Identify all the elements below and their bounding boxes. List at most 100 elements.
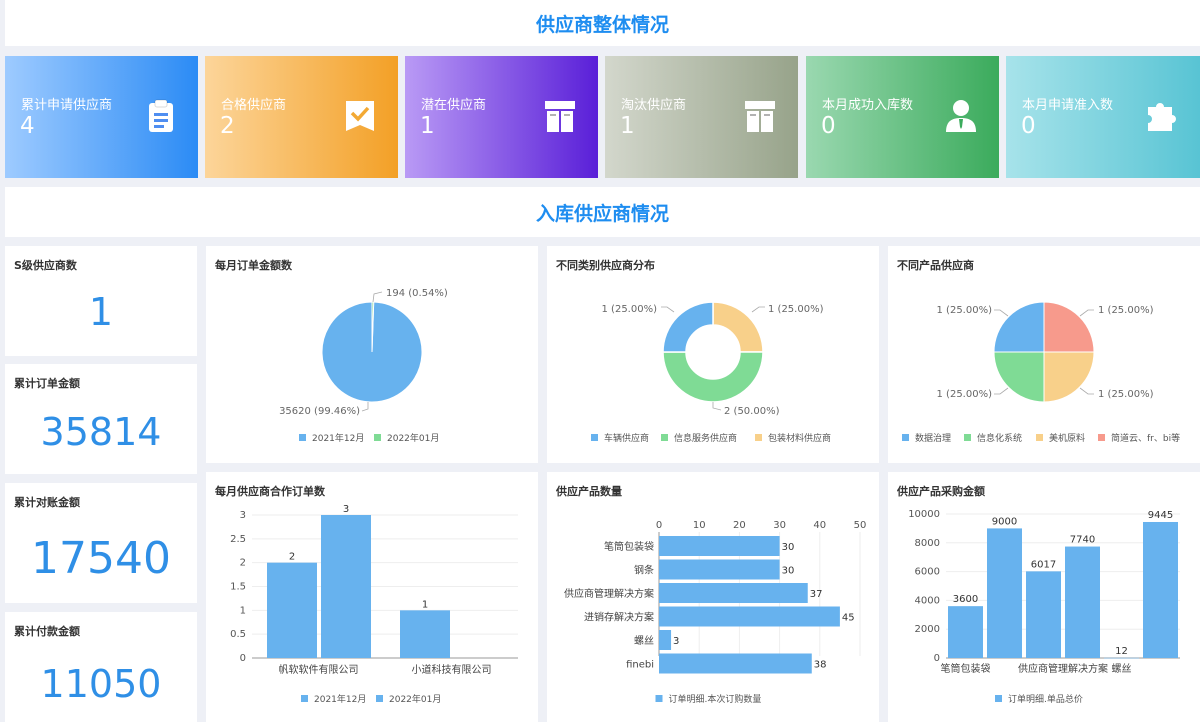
kpi-label: 本月成功入库数 — [822, 98, 914, 113]
kpi-card: 淘汰供应商 1 — [605, 56, 798, 178]
bar-data-label: 1 — [422, 599, 428, 610]
chart-card-monthly-cooperation-orders: 每月供应商合作订单数 0 0.5 1 1.5 2 2.5 3 2 3 帆软软件有限公司 1 小道科技有… — [206, 472, 538, 722]
header-band: 供应商整体情况 — [5, 0, 1200, 46]
stat-value: 17540 — [31, 533, 171, 584]
kpi-card: 潜在供应商 1 — [405, 56, 598, 178]
bar-chart-monthly-cooperation-orders: 0 0.5 1 1.5 2 2.5 3 2 3 帆软软件有限公司 1 小道科技有限公司 2021年12月… — [230, 504, 518, 705]
pie-data-label: 1 (25.00%) — [602, 304, 658, 315]
pie-data-label: 1 (25.00%) — [1098, 305, 1154, 316]
kpi-label: 合格供应商 — [221, 98, 287, 113]
x-tick-label: 10 — [693, 520, 706, 531]
y-tick-label: 1.5 — [230, 582, 246, 593]
legend-swatch — [661, 434, 668, 441]
stat-card-reconcile-total: 累计对账金额 17540 — [5, 483, 197, 603]
x-tick-label: 螺丝 — [1112, 663, 1132, 675]
y-tick-label: 6000 — [915, 567, 940, 578]
stat-value: 11050 — [40, 662, 162, 706]
bar — [1143, 521, 1178, 658]
y-tick-label: 2000 — [915, 624, 940, 635]
pie-data-label: 1 (25.00%) — [937, 305, 993, 316]
stat-label: 累计订单金额 — [14, 377, 80, 390]
label-leader-line — [994, 309, 1009, 317]
x-tick-label: 供应商管理解决方案 — [1018, 662, 1108, 675]
chart-card-monthly-order-amount: 每月订单金额数 194 (0.54%) 35620 (99.46%) 2021年12… — [206, 246, 538, 463]
bar — [267, 562, 317, 658]
kpi-card: 本月成功入库数 0 — [806, 56, 999, 178]
y-tick-label: 2.5 — [230, 534, 246, 545]
legend-swatch — [374, 434, 381, 441]
bar-data-label: 3600 — [953, 594, 978, 605]
x-tick-label: 小道科技有限公司 — [412, 663, 492, 676]
section-band: 入库供应商情况 — [5, 187, 1200, 237]
y-tick-label: 8000 — [915, 538, 940, 549]
x-tick-label: 笔筒包装袋 — [941, 662, 991, 675]
y-tick-label: 进销存解决方案 — [584, 611, 654, 624]
bar — [659, 653, 812, 674]
bar-data-label: 2 — [289, 552, 295, 563]
legend-swatch — [1036, 434, 1043, 441]
x-tick-label: 帆软软件有限公司 — [279, 663, 359, 676]
chart-card-product-quantity: 供应产品数量 0 10 20 30 40 50 30 笔筒包装袋 30 钢条 37 供应商管理解决方案… — [547, 472, 879, 722]
donut-chart-category-distribution: 车辆供应商 信息服务供应商 包装材料供应商 1 (25.00%) 1 (25.00%) 2… — [591, 301, 831, 444]
legend-label: 2021年12月 — [314, 693, 366, 705]
y-tick-label: 0.5 — [230, 629, 246, 640]
bar-data-label: 12 — [1115, 646, 1128, 657]
legend-swatch — [301, 695, 308, 702]
chart-card-product-purchase-amount: 供应产品采购金额 0 2000 4000 6000 8000 10000 3600 9000 6… — [888, 472, 1200, 722]
pie-chart-monthly-order-amount: 194 (0.54%) 35620 (99.46%) 2021年12月 2022年01… — [279, 288, 448, 444]
stat-label: 累计付款金额 — [14, 625, 80, 638]
legend-label: 2022年01月 — [389, 693, 441, 705]
chart-card-category-distribution: 不同类别供应商分布 车辆供应商 信息服务供应商 包装材料供应商 1 (25.00%) 1… — [547, 246, 879, 463]
kpi-value: 2 — [220, 113, 235, 139]
bar-data-label: 38 — [814, 660, 827, 671]
bar — [948, 606, 983, 658]
bar-data-label: 30 — [782, 566, 795, 577]
pie-data-label: 2 (50.00%) — [724, 406, 780, 417]
label-leader-line — [712, 402, 722, 411]
legend-label: 2021年12月 — [312, 432, 364, 444]
stat-card-order-total: 累计订单金额 35814 — [5, 364, 197, 474]
legend-swatch — [964, 434, 971, 441]
pie-slice — [993, 301, 1045, 353]
legend-label: 订单明细.本次订购数量 — [669, 693, 762, 705]
bar-data-label: 6017 — [1031, 559, 1056, 570]
y-tick-label: finebi — [626, 660, 654, 671]
bar — [659, 583, 808, 603]
legend-swatch — [655, 695, 663, 702]
bar-data-label: 3 — [343, 504, 349, 515]
bar — [1026, 571, 1061, 658]
legend-label: 美机原料 — [1049, 432, 1085, 444]
kpi-card: 合格供应商 2 — [205, 56, 398, 178]
legend-label: 数据治理 — [915, 432, 951, 444]
pie-data-label: 194 (0.54%) — [386, 288, 448, 299]
legend-label: 2022年01月 — [387, 432, 439, 444]
bar — [659, 536, 780, 556]
legend-swatch — [995, 695, 1002, 702]
kpi-value: 1 — [420, 113, 435, 139]
bar — [659, 630, 672, 650]
y-tick-label: 1 — [240, 605, 246, 616]
kpi-card: 本月申请准入数 0 — [1006, 56, 1200, 178]
kpi-value: 1 — [620, 113, 635, 139]
pie-slice — [1043, 351, 1095, 403]
bar — [400, 610, 450, 658]
pie-data-label: 1 (25.00%) — [1098, 389, 1154, 400]
stat-value: 1 — [88, 290, 114, 334]
legend-label: 车辆供应商 — [604, 432, 649, 444]
bar-data-label: 9445 — [1148, 510, 1173, 521]
legend-swatch — [299, 434, 306, 441]
label-leader-line — [751, 306, 765, 313]
bar — [659, 559, 780, 580]
bar-data-label: 45 — [842, 613, 855, 624]
y-tick-label: 10000 — [908, 509, 940, 520]
kpi-card: 累计申请供应商 4 — [5, 56, 198, 178]
stat-card-payment-total: 累计付款金额 11050 — [5, 612, 197, 722]
y-tick-label: 4000 — [915, 595, 940, 606]
pie-data-label: 1 (25.00%) — [768, 304, 824, 315]
stat-value: 35814 — [40, 410, 162, 454]
kpi-value: 0 — [1021, 113, 1036, 139]
chart-card-product-suppliers: 不同产品供应商 1 (25.00%) 1 (25.00%) 1 (25.00%) 1 … — [888, 246, 1200, 463]
label-leader-line — [372, 291, 383, 303]
bar — [987, 528, 1022, 658]
bar — [321, 515, 371, 658]
